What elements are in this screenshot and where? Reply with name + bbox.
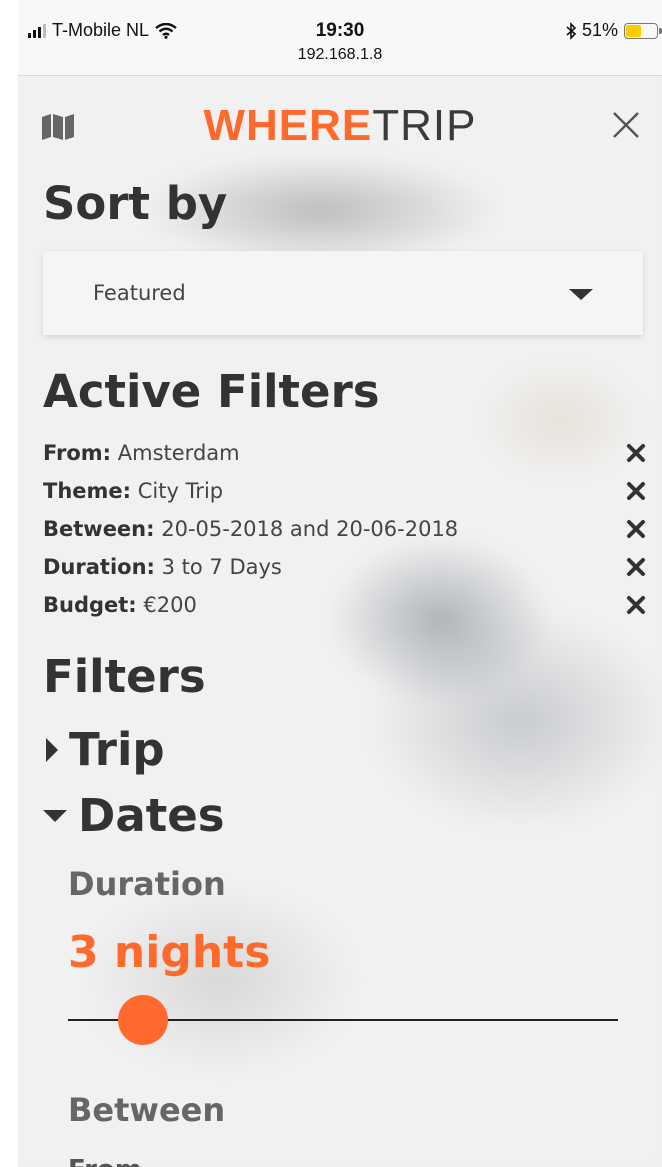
- filters-title: Filters: [43, 650, 206, 703]
- from-label-partial: From: [68, 1155, 142, 1167]
- filter-text: Duration: 3 to 7 Days: [43, 555, 282, 579]
- battery-percent: 51%: [581, 20, 618, 40]
- filter-value: €200: [143, 593, 197, 617]
- filter-text: From: Amsterdam: [43, 441, 240, 465]
- active-filter-from: From: Amsterdam: [43, 434, 648, 472]
- battery-fill: [626, 24, 642, 37]
- remove-icon[interactable]: [624, 479, 648, 503]
- active-filters-list: From: Amsterdam Theme: City Trip Between…: [43, 434, 648, 624]
- remove-icon[interactable]: [624, 441, 648, 465]
- wheretrip-logo: WHERETRIP: [18, 101, 662, 151]
- status-right: 51%: [566, 20, 662, 41]
- duration-value: 3 nights: [68, 927, 271, 978]
- filter-label: From:: [43, 441, 112, 465]
- filter-value: Amsterdam: [117, 441, 240, 465]
- sort-select[interactable]: Featured: [43, 251, 643, 335]
- dates-accordion-label: Dates: [78, 789, 225, 842]
- filter-label: Theme:: [43, 479, 132, 503]
- filter-label: Duration:: [43, 555, 155, 579]
- remove-icon[interactable]: [624, 555, 648, 579]
- active-filter-budget: Budget: €200: [43, 586, 648, 624]
- filter-text: Theme: City Trip: [43, 479, 223, 503]
- active-filter-between: Between: 20-05-2018 and 20-06-2018: [43, 510, 648, 548]
- battery-icon: [624, 22, 662, 39]
- active-filters-title: Active Filters: [43, 365, 380, 418]
- active-filter-theme: Theme: City Trip: [43, 472, 648, 510]
- filter-panel: WHERETRIP Sort by Featured Active Filter…: [18, 77, 662, 1167]
- caret-right-icon: [46, 737, 58, 762]
- close-icon[interactable]: [608, 107, 644, 143]
- filter-value: City Trip: [137, 479, 224, 503]
- url-address[interactable]: 192.168.1.8: [18, 46, 662, 64]
- sort-by-title: Sort by: [43, 177, 228, 230]
- sort-selected-value: Featured: [93, 281, 186, 305]
- filter-value: 3 to 7 Days: [161, 555, 282, 579]
- remove-icon[interactable]: [624, 517, 648, 541]
- chevron-down-icon: [569, 289, 593, 300]
- remove-icon[interactable]: [624, 593, 648, 617]
- trip-accordion[interactable]: Trip: [43, 723, 165, 776]
- filter-label: Budget:: [43, 593, 137, 617]
- bluetooth-icon: [566, 21, 576, 40]
- filter-text: Budget: €200: [43, 593, 197, 617]
- left-edge: [0, 0, 18, 1167]
- logo-where: WHERE: [203, 101, 373, 150]
- filter-label: Between:: [43, 517, 155, 541]
- trip-accordion-label: Trip: [69, 723, 165, 776]
- between-label: Between: [68, 1091, 226, 1129]
- status-bar: T-Mobile NL 19:30 192.168.1.8 51%: [18, 0, 662, 76]
- filter-value: 20-05-2018 and 20-06-2018: [161, 517, 459, 541]
- logo-trip: TRIP: [372, 101, 477, 150]
- duration-slider-thumb[interactable]: [118, 995, 168, 1045]
- caret-down-icon: [43, 809, 67, 822]
- panel-header: WHERETRIP: [18, 97, 662, 157]
- duration-label: Duration: [68, 865, 226, 903]
- filter-text: Between: 20-05-2018 and 20-06-2018: [43, 517, 458, 541]
- dates-accordion[interactable]: Dates: [40, 789, 225, 842]
- active-filter-duration: Duration: 3 to 7 Days: [43, 548, 648, 586]
